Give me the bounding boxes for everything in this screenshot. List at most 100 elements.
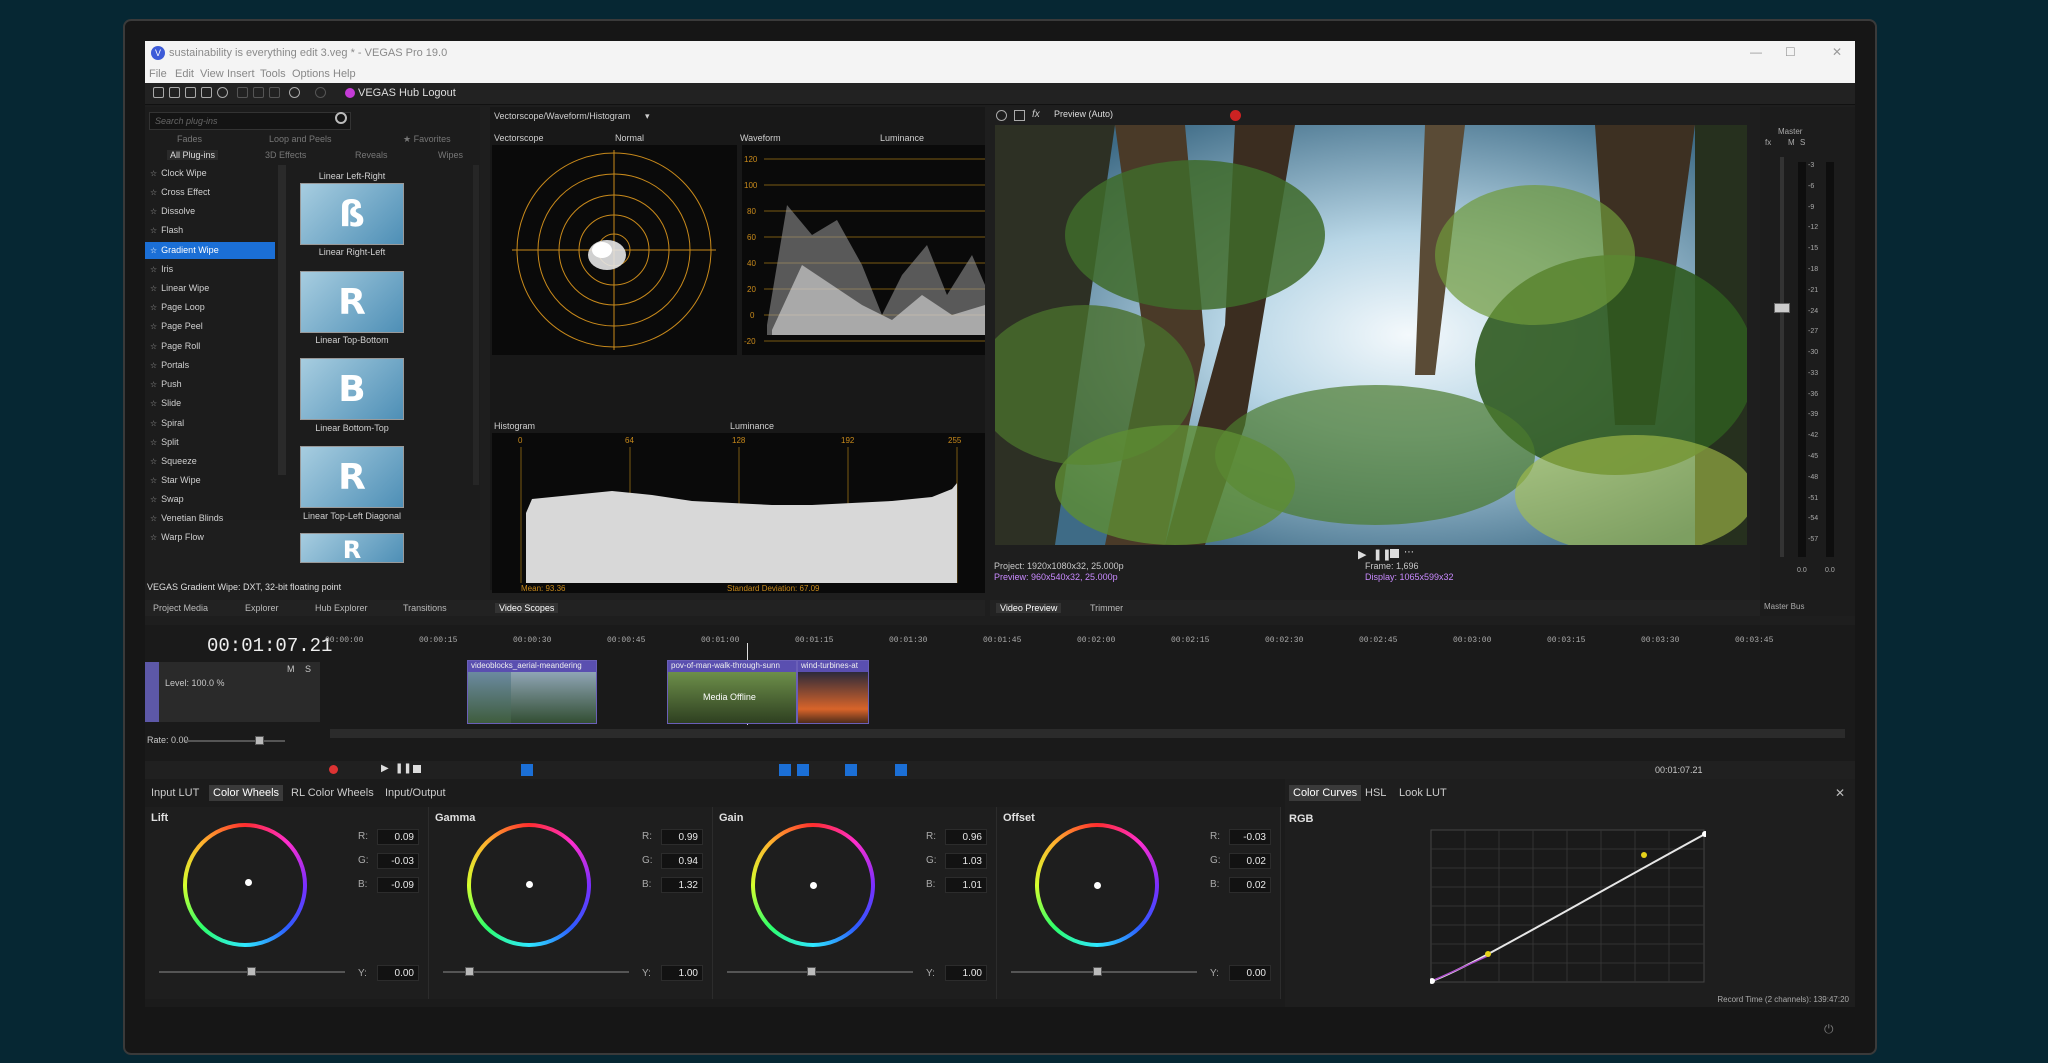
offset-y-value[interactable]: 0.00: [1229, 965, 1271, 981]
undo-icon[interactable]: [289, 87, 300, 98]
preset-thumbnail[interactable]: R: [300, 446, 404, 508]
pause-button[interactable]: ❚❚: [1373, 548, 1391, 561]
record-button[interactable]: [329, 765, 338, 774]
list-item[interactable]: ☆ Page Roll: [145, 338, 275, 355]
offset-g-value[interactable]: 0.02: [1229, 853, 1271, 869]
gain-wheel-handle[interactable]: [810, 882, 817, 889]
menu-options[interactable]: Options: [292, 68, 330, 80]
master-mute-button[interactable]: M: [1788, 138, 1795, 147]
auto-ripple-icon[interactable]: [797, 764, 809, 776]
offset-b-value[interactable]: 0.02: [1229, 877, 1271, 893]
tab-color-curves[interactable]: Color Curves: [1289, 785, 1362, 801]
lift-b-value[interactable]: -0.09: [377, 877, 419, 893]
redo-icon[interactable]: [315, 87, 326, 98]
pause-button[interactable]: ❚❚: [395, 763, 412, 774]
tab-all-plugins[interactable]: All Plug-ins: [167, 150, 219, 160]
cut-icon[interactable]: [237, 87, 248, 98]
monitor-power-icon[interactable]: ⏻: [1824, 1022, 1834, 1037]
offset-y-slider[interactable]: [1011, 971, 1197, 973]
play-button[interactable]: ▶: [1358, 548, 1366, 561]
gamma-g-value[interactable]: 0.94: [661, 853, 703, 869]
offset-r-value[interactable]: -0.03: [1229, 829, 1271, 845]
gain-y-slider[interactable]: [727, 971, 913, 973]
post-edit-ripple-icon[interactable]: [895, 764, 907, 776]
copy-icon[interactable]: [253, 87, 264, 98]
tab-reveals[interactable]: Reveals: [355, 150, 388, 160]
list-item[interactable]: ☆ Spiral: [145, 415, 275, 432]
list-item[interactable]: ☆ Flash: [145, 222, 275, 239]
hub-logout-link[interactable]: VEGAS Hub Logout: [358, 87, 456, 99]
preview-quality-dropdown[interactable]: Preview (Auto): [1054, 109, 1113, 119]
list-item-selected[interactable]: ☆ Gradient Wipe: [145, 242, 275, 259]
offset-wheel-handle[interactable]: [1094, 882, 1101, 889]
close-button[interactable]: ✕: [1832, 45, 1842, 59]
timeline-clip[interactable]: videoblocks_aerial-meandering: [467, 660, 597, 724]
search-icon[interactable]: [335, 112, 347, 124]
settings-gear-icon[interactable]: [217, 87, 228, 98]
lift-g-value[interactable]: -0.03: [377, 853, 419, 869]
list-item[interactable]: ☆ Iris: [145, 261, 275, 278]
minimize-button[interactable]: —: [1750, 45, 1762, 59]
lift-y-value[interactable]: 0.00: [377, 965, 419, 981]
gain-r-value[interactable]: 0.96: [945, 829, 987, 845]
gamma-r-value[interactable]: 0.99: [661, 829, 703, 845]
gain-y-value[interactable]: 1.00: [945, 965, 987, 981]
fx-icon[interactable]: fx: [1032, 109, 1040, 120]
master-fx-button[interactable]: fx: [1765, 138, 1771, 147]
gain-g-value[interactable]: 1.03: [945, 853, 987, 869]
list-item[interactable]: ☆ Push: [145, 376, 275, 393]
more-icon[interactable]: ⋯: [1404, 547, 1414, 558]
gamma-b-value[interactable]: 1.32: [661, 877, 703, 893]
timeline-clip[interactable]: wind-turbines-at: [797, 660, 869, 724]
track-solo-button[interactable]: S: [305, 664, 311, 674]
play-button[interactable]: ▶: [381, 763, 389, 774]
stop-button[interactable]: [413, 765, 421, 773]
scopes-mode-dropdown[interactable]: Vectorscope/Waveform/Histogram: [494, 111, 630, 121]
timeline-scrollbar[interactable]: [330, 729, 1845, 738]
lift-color-wheel[interactable]: [183, 823, 307, 947]
list-item[interactable]: ☆ Linear Wipe: [145, 280, 275, 297]
menu-help[interactable]: Help: [333, 68, 356, 80]
save-icon[interactable]: [185, 87, 196, 98]
tab-look-lut[interactable]: Look LUT: [1399, 787, 1447, 799]
tab-fades[interactable]: Fades: [177, 134, 202, 144]
lift-y-slider-thumb[interactable]: [247, 967, 256, 976]
menu-view[interactable]: View: [200, 68, 224, 80]
timeline-clip[interactable]: pov-of-man-walk-through-sunn Media Offli…: [667, 660, 797, 724]
list-item[interactable]: ☆ Squeeze: [145, 453, 275, 470]
tab-input-lut[interactable]: Input LUT: [151, 787, 199, 799]
tab-favorites[interactable]: ★ Favorites: [403, 134, 451, 145]
preset-scrollbar[interactable]: [473, 165, 479, 485]
chevron-down-icon[interactable]: ▾: [645, 111, 650, 122]
tab-hsl[interactable]: HSL: [1365, 787, 1386, 799]
plugin-search-input[interactable]: Search plug-ins: [149, 112, 351, 130]
rgb-curve-graph[interactable]: [1430, 829, 1706, 985]
preset-thumbnail[interactable]: ß: [300, 183, 404, 245]
waveform-mode-dropdown[interactable]: Luminance: [880, 133, 924, 143]
list-item[interactable]: ☆ Warp Flow: [145, 529, 275, 546]
list-item[interactable]: ☆ Clock Wipe: [145, 165, 275, 182]
preview-settings-icon[interactable]: [996, 110, 1007, 121]
open-icon[interactable]: [169, 87, 180, 98]
gamma-y-slider-thumb[interactable]: [465, 967, 474, 976]
list-item[interactable]: ☆ Split: [145, 434, 275, 451]
lift-wheel-handle[interactable]: [245, 879, 252, 886]
list-item[interactable]: ☆ Slide: [145, 395, 275, 412]
tab-input-output[interactable]: Input/Output: [385, 787, 446, 799]
list-item[interactable]: ☆ Page Peel: [145, 318, 275, 335]
render-icon[interactable]: [201, 87, 212, 98]
master-fader-track[interactable]: [1780, 157, 1784, 557]
vectorscope-mode-dropdown[interactable]: Normal: [615, 133, 644, 143]
stop-button[interactable]: [1390, 549, 1399, 558]
list-item[interactable]: ☆ Page Loop: [145, 299, 275, 316]
gain-b-value[interactable]: 1.01: [945, 877, 987, 893]
preset-thumbnail[interactable]: B: [300, 358, 404, 420]
offset-y-slider-thumb[interactable]: [1093, 967, 1102, 976]
menu-edit[interactable]: Edit: [175, 68, 194, 80]
track-mute-button[interactable]: M: [287, 664, 295, 674]
list-item[interactable]: ☆ Portals: [145, 357, 275, 374]
tab-trimmer[interactable]: Trimmer: [1090, 603, 1123, 613]
lock-envelopes-icon[interactable]: [845, 764, 857, 776]
paste-icon[interactable]: [269, 87, 280, 98]
gamma-wheel-handle[interactable]: [526, 881, 533, 888]
